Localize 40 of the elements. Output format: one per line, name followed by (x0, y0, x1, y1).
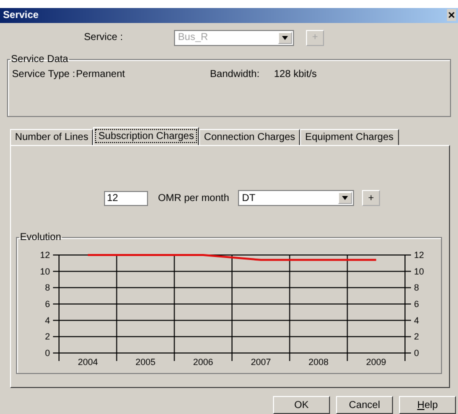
axis-label: 2006 (193, 357, 214, 368)
axis-label: 8 (44, 283, 50, 294)
field-label: Service Type : (12, 69, 76, 80)
axis-label: 2004 (78, 357, 98, 368)
amount-field[interactable]: 12 (104, 190, 148, 206)
axis-label: 2008 (308, 357, 329, 368)
field-value: Permanent (76, 69, 126, 80)
axis-label: 2009 (366, 357, 386, 368)
tab[interactable]: Number of Lines (10, 129, 94, 146)
axis-label: 0 (414, 348, 420, 358)
add-button[interactable]: + (362, 190, 380, 206)
axis-label: 2 (414, 332, 420, 342)
unit-label: OMR per month (158, 192, 230, 204)
field-label: Bandwidth: (210, 69, 260, 80)
dialog-button[interactable]: OK (273, 396, 330, 414)
dialog-button[interactable]: Cancel (336, 396, 393, 414)
tab[interactable]: Equipment Charges (300, 129, 399, 146)
close-button[interactable]: × (446, 9, 456, 22)
tab[interactable]: Subscription Charges (93, 127, 199, 146)
dialog-button[interactable]: Help (399, 396, 456, 414)
group-title: Service Data (10, 54, 70, 66)
axis-label: 2005 (135, 357, 156, 368)
axis-label: 12 (414, 250, 424, 260)
axis-label: 10 (40, 266, 50, 277)
service-label: Service : (84, 32, 124, 44)
axis-label: 2007 (250, 357, 271, 368)
axis-label: 4 (44, 316, 50, 326)
axis-label: 10 (414, 266, 424, 277)
tab[interactable]: Connection Charges (198, 129, 300, 146)
axis-label: 12 (40, 250, 50, 260)
axis-label: 2 (44, 332, 50, 342)
axis-label: 0 (44, 348, 50, 358)
axis-label: 8 (414, 283, 420, 294)
axis-label: 6 (44, 299, 50, 310)
currency-dropdown[interactable]: DT (238, 190, 354, 206)
axis-label: 6 (414, 299, 420, 310)
axis-label: 4 (414, 316, 420, 326)
field-value: 128 kbit/s (274, 69, 318, 80)
group-title: Evolution (19, 232, 62, 244)
window-title: Service (3, 10, 39, 21)
